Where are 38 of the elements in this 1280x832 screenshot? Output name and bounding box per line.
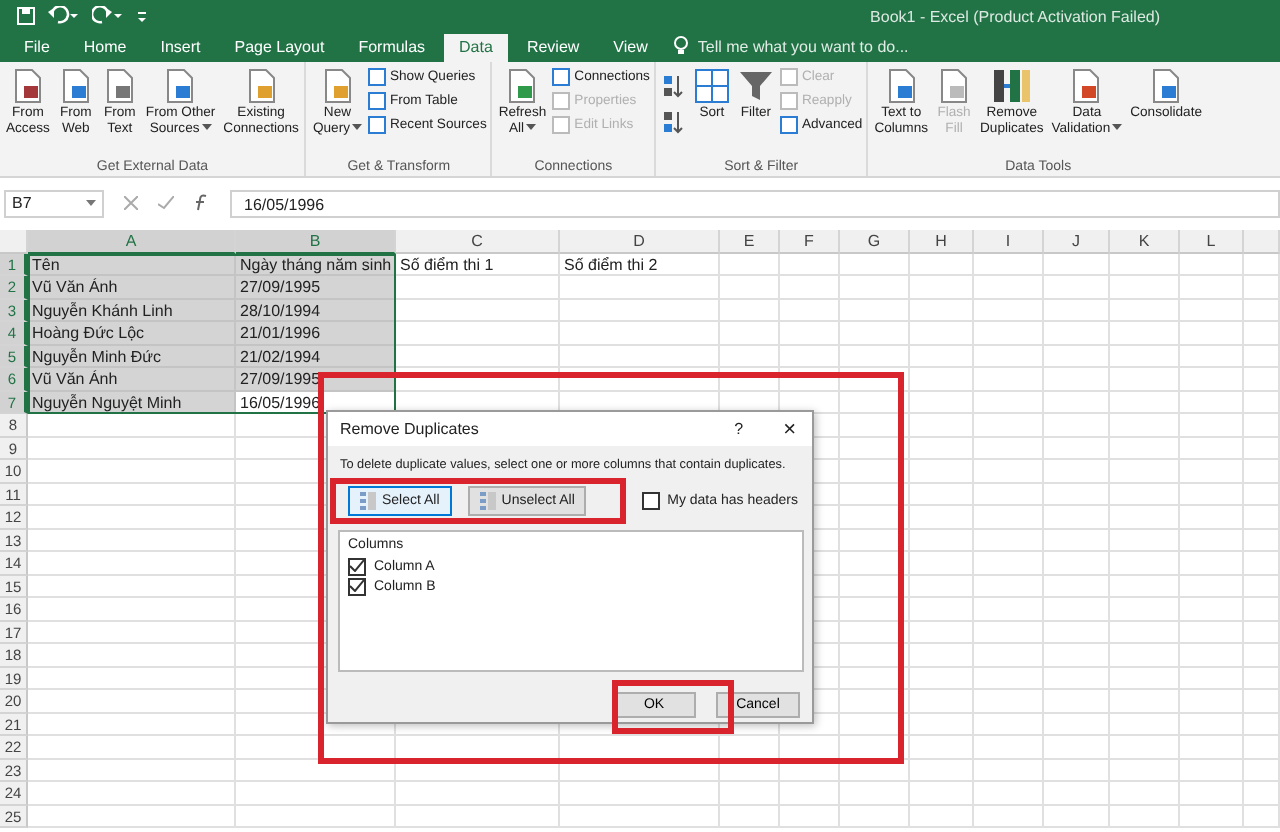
ribbon-tab[interactable]: View xyxy=(597,34,664,62)
table-cell: Số điểm thi 2 xyxy=(560,253,720,276)
table-cell: Hoàng Đức Lộc xyxy=(28,322,236,345)
table-cell: 27/09/1995 xyxy=(236,276,396,299)
column-header[interactable]: I xyxy=(974,230,1044,253)
table-cell: Vũ Văn Ánh xyxy=(28,276,236,299)
table-cell: 28/10/1994 xyxy=(236,299,396,322)
column-header[interactable]: H xyxy=(910,230,974,253)
name-box[interactable]: B7 xyxy=(4,189,104,217)
column-header[interactable]: F xyxy=(780,230,840,253)
ribbon-tab[interactable]: Insert xyxy=(144,34,217,62)
column-header[interactable]: G xyxy=(840,230,910,253)
ribbon-tab[interactable]: Review xyxy=(510,34,596,62)
column-header[interactable]: C xyxy=(396,230,560,253)
ribbon-tab[interactable]: Page Layout xyxy=(218,34,341,62)
table-cell: 21/01/1996 xyxy=(236,322,396,345)
dialog-title: Remove Duplicates xyxy=(340,420,479,438)
table-cell: Nguyễn Minh Đức xyxy=(28,345,236,368)
column-header[interactable]: A xyxy=(28,230,236,253)
ribbon-tab[interactable]: Data xyxy=(443,34,509,62)
ribbon-tab[interactable]: Formulas xyxy=(342,34,442,62)
column-header[interactable]: J xyxy=(1044,230,1110,253)
column-header[interactable]: E xyxy=(720,230,780,253)
ribbon-tab[interactable]: Home xyxy=(67,34,143,62)
column-header[interactable]: K xyxy=(1110,230,1180,253)
table-cell: Số điểm thi 1 xyxy=(396,253,560,276)
help-button[interactable]: ? xyxy=(718,420,760,438)
ribbon-tab[interactable]: File xyxy=(8,34,66,62)
column-header[interactable]: D xyxy=(560,230,720,253)
table-cell: Nguyễn Khánh Linh xyxy=(28,299,236,322)
formula-field[interactable]: 16/05/1996 xyxy=(230,189,1280,217)
tell-me-field[interactable]: Tell me what you want to do... xyxy=(697,38,998,62)
column-header[interactable]: L xyxy=(1180,230,1244,253)
table-cell: Vũ Văn Ánh xyxy=(28,368,236,391)
column-header[interactable]: B xyxy=(236,230,396,253)
close-button[interactable]: × xyxy=(767,417,812,441)
window-title: Book1 - Excel (Product Activation Failed) xyxy=(870,7,1160,25)
table-cell: 21/02/1994 xyxy=(236,345,396,368)
